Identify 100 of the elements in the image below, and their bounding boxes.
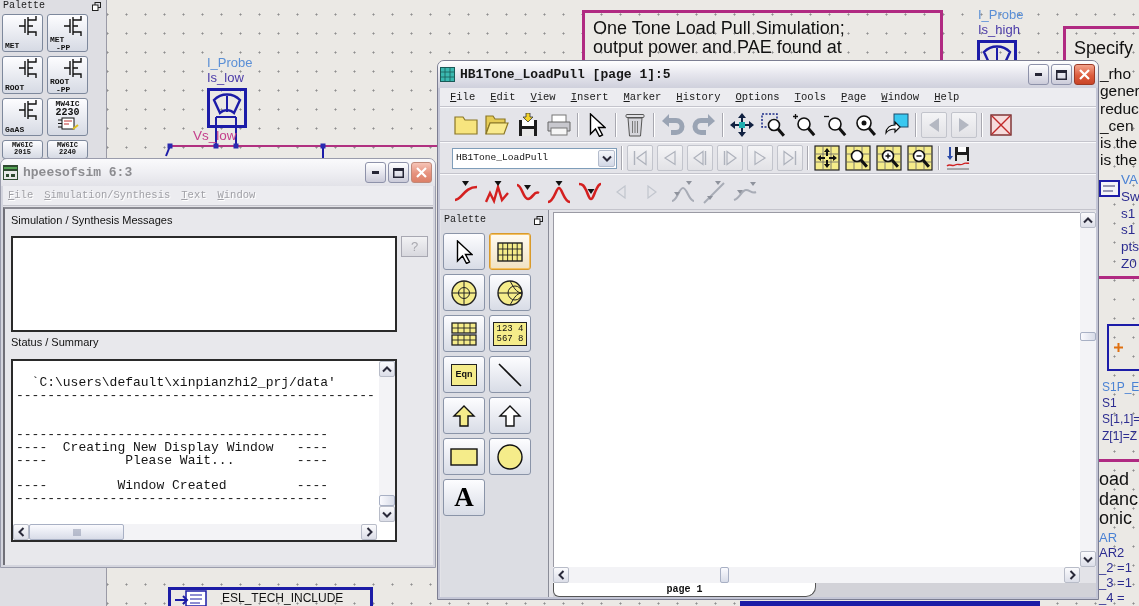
palette-button[interactable] [489,274,531,311]
palette-button[interactable] [489,356,531,393]
log-line: ---------------------------------------- [16,491,330,505]
wave-marker-icon[interactable] [485,180,509,204]
palette-button[interactable]: Eqn [443,356,485,393]
palette-button[interactable] [489,397,531,434]
note-text: onic [1099,509,1134,529]
vertical-scrollbar[interactable] [379,361,395,522]
messages-text-area[interactable] [11,236,397,332]
page-tab[interactable]: page 1 [553,583,816,597]
grid-arrows-icon[interactable] [814,145,840,171]
palette-button[interactable]: A [443,479,485,516]
restore-window-icon[interactable] [92,1,101,11]
vertical-scrollbar[interactable] [1080,212,1096,567]
variable-block-icon [1099,180,1120,197]
scroll-right-button[interactable] [1064,567,1080,583]
close-button[interactable] [1074,64,1095,85]
four-arrows-icon[interactable] [730,112,754,137]
table-icon [451,321,477,346]
menu-item[interactable]: File [450,91,476,103]
status-text-area[interactable] [11,359,397,542]
menu-item[interactable]: Insert [570,91,609,103]
transistor-icon [18,58,40,78]
menu-item[interactable]: Options [735,91,780,103]
curve-marker-icon[interactable] [454,180,478,204]
chevron-down-icon [382,510,392,518]
floppy-disk-icon[interactable] [518,112,538,137]
open-folder-icon[interactable] [485,114,509,135]
page-select[interactable]: HB1Tone_LoadPull [452,147,617,169]
parameter-text: S[1,1]= [1102,411,1139,428]
scrollbar-thumb[interactable] [379,495,395,506]
peak-marker-icon[interactable] [547,180,571,204]
part-button[interactable]: GaAS [2,98,43,136]
part-button[interactable]: ROOT -PP [47,56,88,94]
scroll-left-button[interactable] [553,567,569,583]
palette-button[interactable] [489,233,531,270]
menu-item[interactable]: View [530,91,556,103]
palette-button[interactable] [443,397,485,434]
pointer-icon[interactable] [588,112,606,137]
parameter-text: pts [1121,239,1139,256]
zoom-in-icon[interactable] [792,112,816,137]
scrollbar-thumb[interactable] [719,567,729,583]
grid-zoom-in-icon[interactable] [876,145,902,171]
zoom-box-icon[interactable] [761,112,785,137]
menu-item[interactable]: History [676,91,721,103]
chevron-left-icon [557,570,565,580]
menu-item[interactable]: Window [881,91,920,103]
minimize-button[interactable] [1028,64,1049,85]
component-name-label: Is_high [978,23,1020,37]
menu-item[interactable]: Help [934,91,960,103]
menu-item[interactable]: Tools [794,91,827,103]
dropdown-button[interactable] [598,149,615,167]
scroll-right-button[interactable] [361,524,377,540]
horizontal-scrollbar[interactable] [13,524,377,540]
scroll-down-button[interactable] [1080,551,1096,567]
trash-icon[interactable] [625,112,645,137]
palette-button[interactable] [443,233,485,270]
transistor-icon [63,58,85,78]
scroll-down-button[interactable] [379,506,395,522]
scroll-up-button[interactable] [379,361,395,377]
palette-button[interactable] [443,438,485,475]
zoom-icon[interactable] [854,112,878,137]
part-button[interactable]: ROOT [2,56,43,94]
part-button[interactable]: MET -PP [47,14,88,52]
floppy-chart-icon[interactable] [946,146,970,170]
parameter-text: s1 [1121,222,1137,240]
part-button[interactable]: MW4IC 2230 [47,98,88,136]
x-box-icon[interactable] [990,113,1012,136]
palette-button[interactable] [443,274,485,311]
scroll-left-button[interactable] [13,524,29,540]
palette-button[interactable]: 123 4 567 8 [489,315,531,352]
scroll-up-button[interactable] [1080,212,1096,228]
restore-window-icon[interactable] [534,215,543,225]
note-text: is the [1100,151,1139,169]
palette-button[interactable] [443,315,485,352]
parameter-text: S1 [1102,395,1118,412]
chip-icon [56,117,79,130]
chevron-down-icon [601,154,612,162]
scrollbar-thumb[interactable] [29,524,124,540]
palette-button[interactable] [489,438,531,475]
maximize-button[interactable] [388,162,409,183]
transistor-icon [63,16,85,36]
menu-item[interactable]: Edit [490,91,516,103]
maximize-button[interactable] [1051,64,1072,85]
part-button[interactable]: MET [2,14,43,52]
component-type-label: I_Probe [978,8,1024,22]
step-forward-icon [723,150,737,166]
printer-icon[interactable] [547,113,571,136]
menu-item[interactable]: Marker [623,91,662,103]
grid-zoom-out-icon[interactable] [907,145,933,171]
scrollbar-thumb[interactable] [1080,331,1096,341]
equation-tile: Eqn [451,363,477,386]
triangle-left-icon [663,150,677,166]
copy-icon[interactable] [885,112,909,137]
menu-item[interactable]: Page [841,91,867,103]
minimize-button[interactable] [365,162,386,183]
smith-chart-icon [497,279,523,306]
grid-magnifier-icon[interactable] [845,145,871,171]
horizontal-scrollbar[interactable] [553,567,1080,583]
parameter-text: AR2 [1099,545,1126,560]
